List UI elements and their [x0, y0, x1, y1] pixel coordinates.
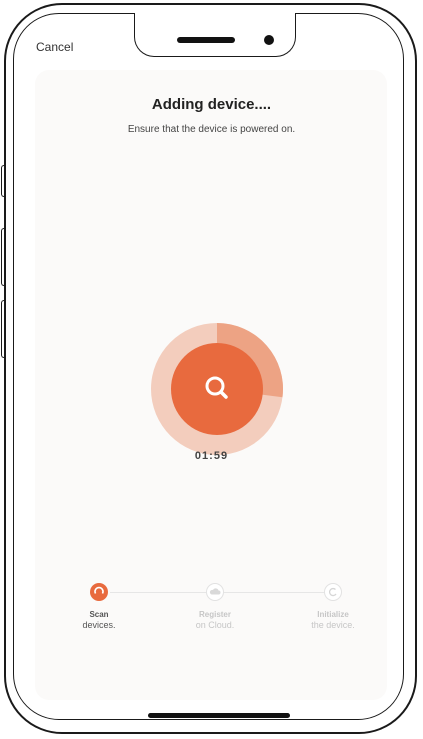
home-indicator: [148, 713, 290, 718]
front-camera: [264, 35, 274, 45]
step-register-indicator: [206, 583, 224, 601]
phone-notch: [134, 13, 296, 57]
step-scan-indicator: [90, 583, 108, 601]
countdown-timer: 01:59: [194, 450, 229, 462]
step-register-label: Register on Cloud.: [195, 610, 235, 630]
scan-progress-indicator: [150, 322, 284, 456]
page-subtitle: Ensure that the device is powered on.: [127, 124, 296, 135]
page-title: Adding device....: [151, 96, 272, 113]
cloud-icon: [209, 588, 221, 595]
step-initialize-label: Initialize the device.: [311, 610, 355, 630]
phone-canvas: Cancel Adding device.... Ensure that the…: [0, 0, 423, 739]
step-scan-label: Scan devices.: [82, 610, 116, 630]
refresh-icon: [328, 587, 337, 597]
scan-inner-disc: [171, 343, 263, 435]
step-initialize-indicator: [324, 583, 342, 601]
speaker-grille: [177, 37, 235, 43]
scan-icon: [94, 586, 104, 594]
cancel-button[interactable]: Cancel: [36, 40, 73, 54]
